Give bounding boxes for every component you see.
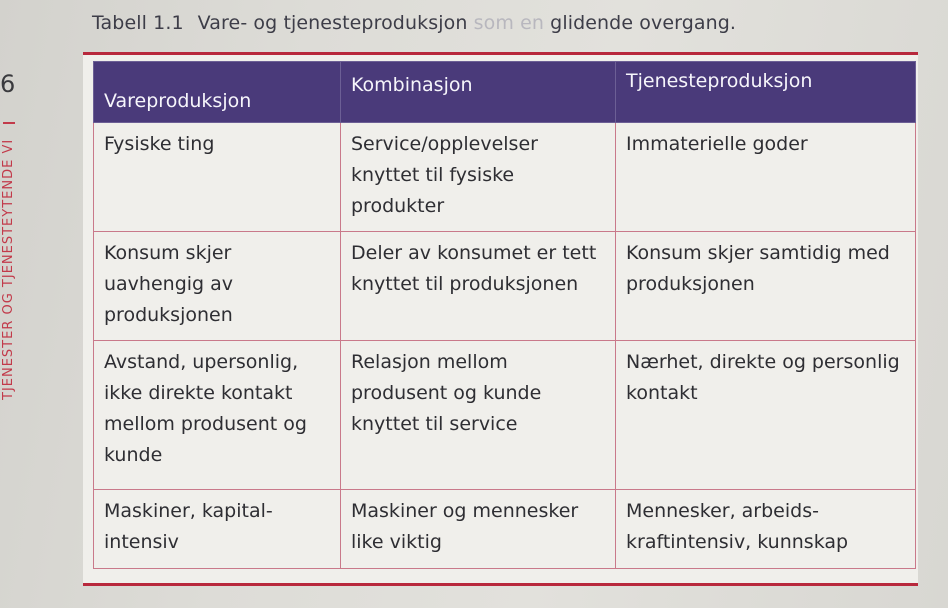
table-row: Maskiner, kapital- intensiv Maskiner og … [93, 489, 916, 569]
table-cell: Immaterielle goder [615, 122, 916, 232]
header-cell-kombinasjon: Kombinasjon [340, 61, 616, 123]
table-cell: Mennesker, arbeids- kraftintensiv, kunns… [615, 489, 916, 569]
table-cell: Fysiske ting [93, 122, 341, 232]
table-cell: Avstand, upersonlig, ikke direkte kontak… [93, 340, 341, 490]
table-row: Konsum skjer uavhengig av produksjonen D… [93, 231, 916, 341]
comparison-table: Vareproduksjon Kombinasjon Tjenesteprodu… [93, 61, 916, 569]
table-cell: Deler av konsumet er tett knyttet til pr… [340, 231, 616, 341]
running-header: TJENESTER OG TJENESTEYTENDE VIRKSOMHETER [1, 140, 16, 400]
caption-label: Tabell 1.1 [92, 12, 184, 34]
table-cell: Konsum skjer uavhengig av produksjonen [93, 231, 341, 341]
table-cell: Service/opplevelser knyttet til fysiske … [340, 122, 616, 232]
side-rule [3, 122, 15, 124]
table-container: Vareproduksjon Kombinasjon Tjenesteprodu… [83, 52, 918, 586]
caption-text-end: glidende overgang. [550, 12, 737, 34]
table-header-row: Vareproduksjon Kombinasjon Tjenesteprodu… [93, 61, 916, 123]
header-cell-vareproduksjon: Vareproduksjon [93, 61, 341, 123]
table-caption: Tabell 1.1 Vare- og tjenesteproduksjon so… [92, 12, 736, 34]
table-cell: Maskiner, kapital- intensiv [93, 489, 341, 569]
table-cell: Nærhet, direkte og personlig kontakt [615, 340, 916, 490]
table-row: Fysiske ting Service/opplevelser knyttet… [93, 122, 916, 232]
page-number: 6 [0, 70, 16, 98]
table-cell: Konsum skjer samtidig med produksjonen [615, 231, 916, 341]
table-cell: Maskiner og mennesker like viktig [340, 489, 616, 569]
table-cell: Relasjon mellom produsent og kunde knytt… [340, 340, 616, 490]
caption-text-main: Vare- og tjenesteproduksjon [197, 12, 468, 34]
caption-text-faded: som en [473, 12, 545, 34]
header-cell-tjenesteproduksjon: Tjenesteproduksjon [615, 61, 916, 123]
table-row: Avstand, upersonlig, ikke direkte kontak… [93, 340, 916, 490]
